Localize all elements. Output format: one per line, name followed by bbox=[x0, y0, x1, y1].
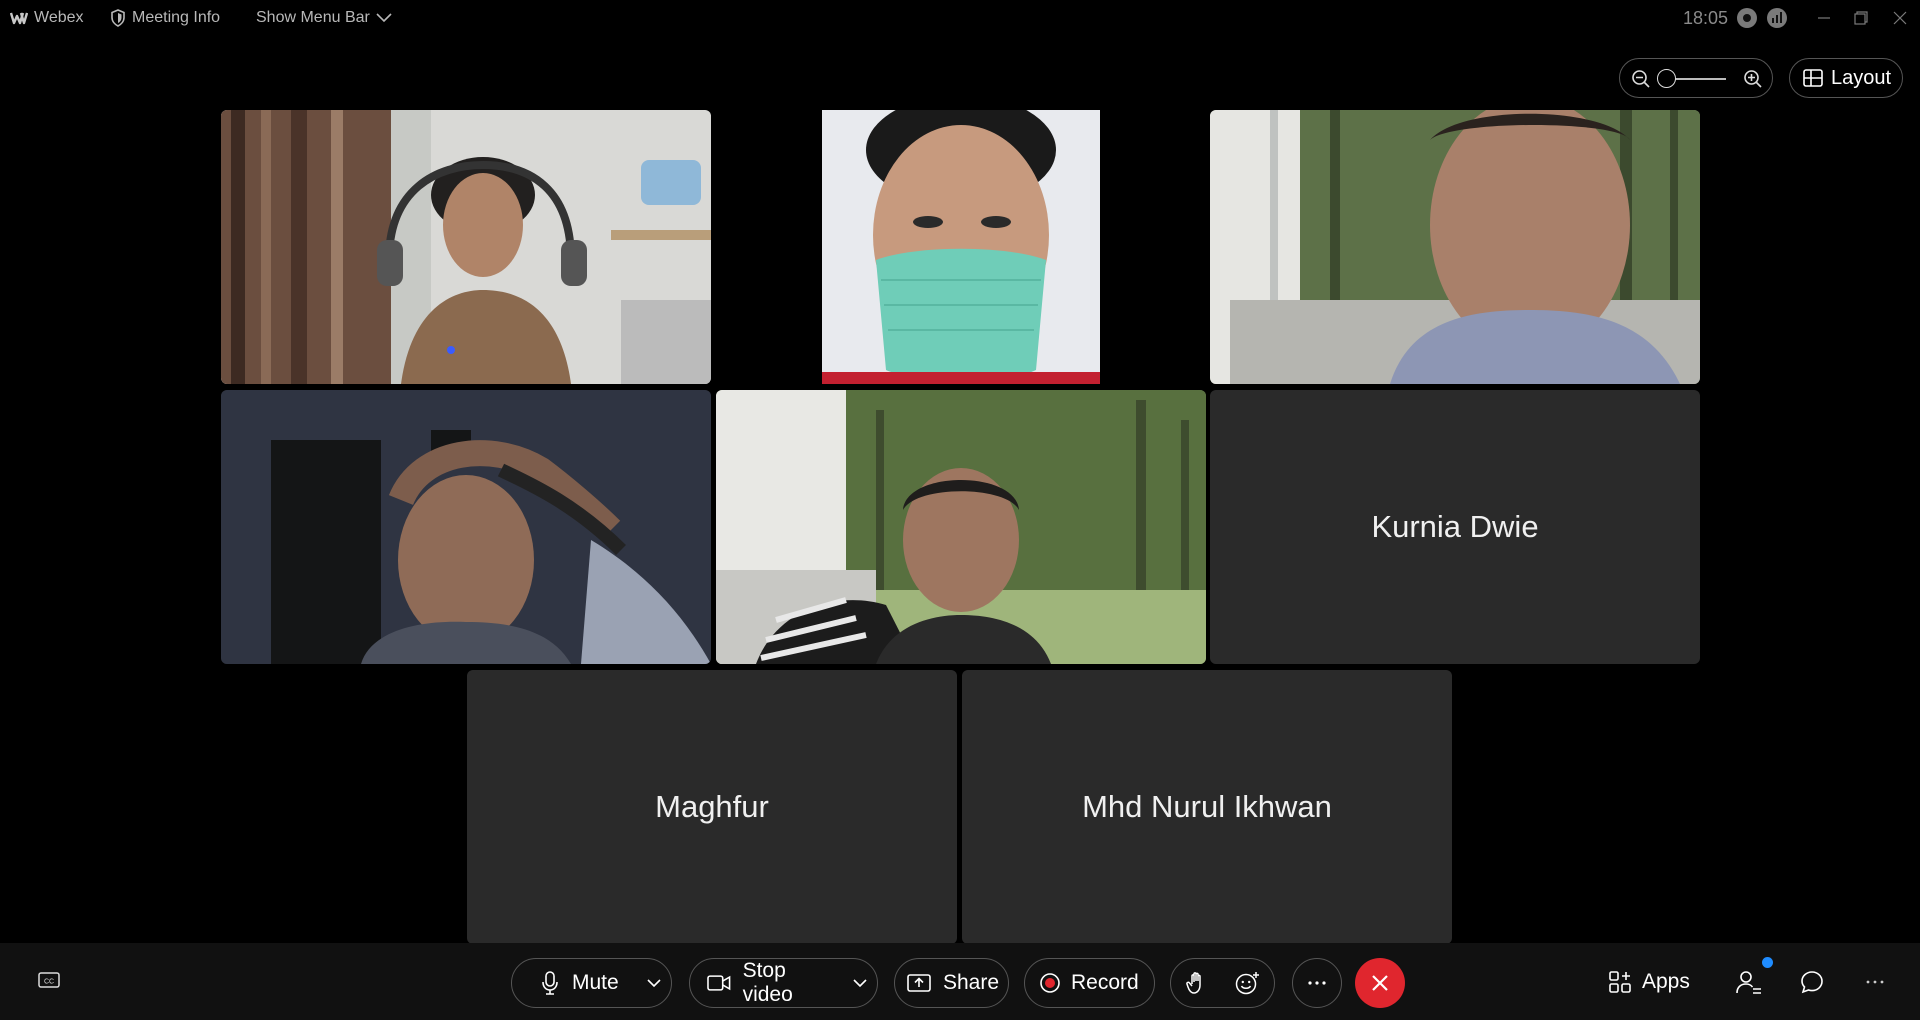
clock: 18:05 bbox=[1683, 8, 1729, 28]
app-name: Webex bbox=[34, 9, 84, 26]
apps-button[interactable]: Apps bbox=[1608, 970, 1690, 994]
participants-icon bbox=[1736, 971, 1761, 994]
zoom-in-icon[interactable] bbox=[1743, 69, 1763, 89]
raise-hand-icon bbox=[1186, 972, 1201, 994]
zoom-slider-handle[interactable] bbox=[1657, 69, 1676, 88]
participant-video-feed bbox=[221, 110, 711, 384]
chevron-down-icon bbox=[853, 978, 867, 987]
participant-video-feed bbox=[716, 110, 1206, 384]
more-panels-button[interactable] bbox=[1866, 980, 1884, 984]
restore-button[interactable] bbox=[1848, 6, 1874, 30]
leave-meeting-button[interactable] bbox=[1355, 958, 1405, 1008]
chevron-down-icon bbox=[647, 978, 661, 987]
apps-label: Apps bbox=[1642, 970, 1690, 993]
zoom-out-icon[interactable] bbox=[1631, 69, 1651, 89]
participant-video-feed bbox=[716, 390, 1206, 664]
close-icon bbox=[1372, 975, 1388, 991]
share-label: Share bbox=[943, 971, 1000, 994]
video-control: Stop video bbox=[689, 958, 878, 1008]
title-bar: Webex Meeting Info Show Menu Bar 18:05 bbox=[0, 0, 1920, 38]
raise-hand-button[interactable] bbox=[1185, 971, 1209, 1001]
share-button[interactable]: Share bbox=[894, 958, 1009, 1008]
stop-video-label: Stop video bbox=[742, 959, 793, 1006]
captions-button[interactable]: CC bbox=[38, 971, 60, 989]
network-stats-icon[interactable] bbox=[1767, 8, 1787, 28]
participant-video-tile[interactable] bbox=[716, 390, 1206, 664]
chat-button[interactable] bbox=[1800, 970, 1824, 994]
recording-status-icon[interactable] bbox=[1737, 8, 1757, 28]
close-window-button[interactable] bbox=[1887, 6, 1913, 30]
webex-app-menu[interactable]: Webex bbox=[10, 9, 84, 27]
record-icon bbox=[1040, 973, 1060, 993]
mute-label: Mute bbox=[572, 971, 619, 994]
video-options-button[interactable] bbox=[842, 959, 878, 1007]
svg-text:CC: CC bbox=[44, 979, 54, 986]
show-menu-bar-label: Show Menu Bar bbox=[256, 9, 370, 26]
participant-name-tile[interactable]: Mhd Nurul Ikhwan bbox=[962, 670, 1452, 944]
zoom-control bbox=[1619, 58, 1773, 98]
participant-name: Mhd Nurul Ikhwan bbox=[1082, 789, 1332, 824]
record-button[interactable]: Record bbox=[1024, 958, 1155, 1008]
microphone-icon bbox=[542, 971, 558, 995]
participant-video-feed bbox=[1210, 110, 1700, 384]
mute-control: Mute bbox=[511, 958, 672, 1008]
apps-icon bbox=[1609, 971, 1631, 993]
record-label: Record bbox=[1071, 971, 1139, 994]
participant-name: Kurnia Dwie bbox=[1371, 509, 1539, 544]
chat-bubble-icon bbox=[1801, 971, 1823, 994]
participant-video-tile[interactable] bbox=[1210, 110, 1700, 384]
camera-icon bbox=[707, 975, 731, 991]
webex-logo-icon bbox=[10, 12, 28, 25]
participant-video-tile[interactable] bbox=[221, 110, 711, 384]
participant-name-tile[interactable]: Maghfur bbox=[467, 670, 957, 944]
share-screen-icon bbox=[907, 974, 931, 992]
closed-captions-icon: CC bbox=[38, 972, 60, 988]
minimize-icon bbox=[1818, 17, 1830, 19]
participant-video-tile[interactable] bbox=[716, 110, 1206, 384]
layout-label: Layout bbox=[1831, 66, 1892, 89]
meeting-info-label: Meeting Info bbox=[132, 9, 221, 26]
participant-video-tile[interactable] bbox=[221, 390, 711, 664]
show-menu-bar-button[interactable]: Show Menu Bar bbox=[256, 9, 392, 27]
ellipsis-icon bbox=[1308, 981, 1326, 985]
close-icon bbox=[1893, 11, 1907, 25]
chevron-down-icon bbox=[376, 13, 392, 23]
emoji-reaction-icon bbox=[1235, 972, 1259, 995]
more-options-button[interactable] bbox=[1292, 958, 1342, 1008]
mute-button[interactable]: Mute bbox=[512, 959, 630, 1007]
participant-name: Maghfur bbox=[655, 789, 769, 824]
grid-layout-icon bbox=[1803, 69, 1823, 87]
participant-video-feed bbox=[221, 390, 711, 664]
stop-video-button[interactable]: Stop video bbox=[690, 959, 840, 1007]
shield-icon bbox=[111, 9, 125, 27]
notification-badge bbox=[1762, 957, 1773, 968]
participant-name-tile[interactable]: Kurnia Dwie bbox=[1210, 390, 1700, 664]
reactions-button[interactable] bbox=[1235, 971, 1261, 1001]
audio-options-button[interactable] bbox=[636, 959, 672, 1007]
reactions-control bbox=[1170, 958, 1275, 1008]
restore-icon bbox=[1854, 11, 1868, 25]
participants-button[interactable] bbox=[1736, 969, 1762, 995]
ellipsis-icon bbox=[1866, 980, 1884, 984]
layout-button[interactable]: Layout bbox=[1789, 58, 1903, 98]
meeting-controls-bar: CC Mute Stop video Share Record Apps bbox=[0, 943, 1920, 1020]
minimize-button[interactable] bbox=[1811, 6, 1837, 30]
meeting-info-button[interactable]: Meeting Info bbox=[110, 9, 220, 27]
